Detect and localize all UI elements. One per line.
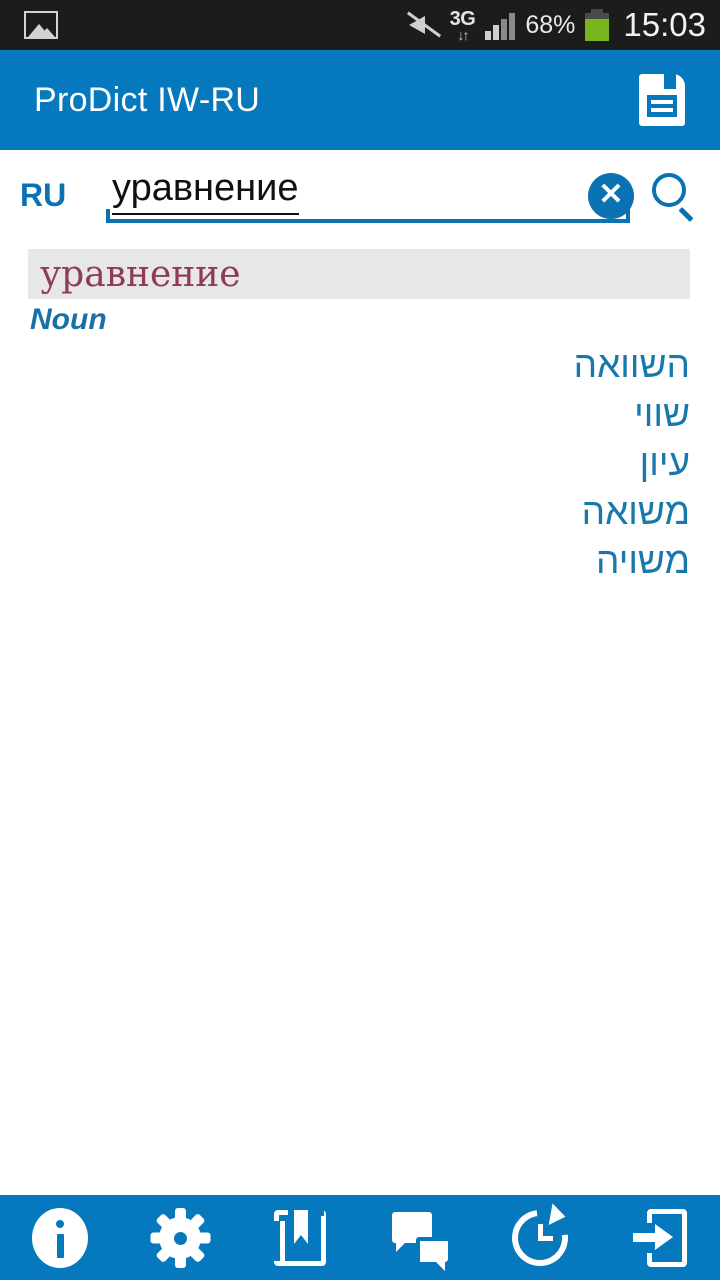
chat-button[interactable]	[365, 1195, 475, 1280]
list-item[interactable]: שווי	[634, 389, 690, 438]
search-input-value: уравнение	[112, 167, 299, 215]
status-bar-right: 3G ↓↑ 68% 15:03	[406, 6, 720, 44]
source-language-label[interactable]: RU	[0, 177, 96, 214]
gallery-icon	[24, 11, 58, 39]
battery-percent-label: 68%	[525, 10, 576, 39]
clear-glyph: ✕	[598, 177, 624, 211]
list-item[interactable]: השוואה	[574, 340, 690, 389]
search-input[interactable]: уравнение ✕	[96, 159, 634, 231]
status-bar-left	[0, 11, 58, 39]
status-bar-clock: 15:03	[623, 6, 706, 43]
info-icon	[32, 1207, 88, 1268]
history-icon	[500, 1198, 580, 1277]
entry-headword-band: уравнение	[28, 249, 690, 299]
network-type-label: 3G	[449, 7, 476, 30]
list-item[interactable]: משויה	[596, 536, 690, 585]
search-button[interactable]	[628, 159, 720, 231]
part-of-speech-label: Noun	[30, 303, 107, 336]
gear-icon	[150, 1207, 211, 1268]
clear-icon[interactable]: ✕	[588, 173, 634, 219]
exit-icon	[633, 1208, 687, 1267]
input-underline	[106, 209, 630, 223]
dictionaries-button[interactable]	[245, 1195, 355, 1280]
headword: уравнение	[40, 253, 241, 295]
search-bar: RU уравнение ✕	[0, 150, 720, 240]
list-item[interactable]: משואה	[582, 487, 690, 536]
sound-muted-icon	[406, 9, 441, 41]
search-icon	[652, 173, 696, 222]
translation-list: השוואה שווי עיון משואה משויה	[0, 340, 720, 585]
settings-button[interactable]	[125, 1195, 235, 1280]
info-button[interactable]	[5, 1195, 115, 1280]
list-item[interactable]: עיון	[640, 438, 690, 487]
status-bar: 3G ↓↑ 68% 15:03	[0, 0, 720, 50]
bottom-toolbar	[0, 1195, 720, 1280]
book-bookmark-icon	[274, 1209, 326, 1266]
app-screen: 3G ↓↑ 68% 15:03 ProDict IW-RU RU уравнен…	[0, 0, 720, 1280]
page-title: ProDict IW-RU	[34, 80, 261, 119]
save-button[interactable]	[632, 70, 692, 130]
exit-button[interactable]	[605, 1195, 715, 1280]
data-transfer-arrows: ↓↑	[457, 26, 470, 43]
history-button[interactable]	[485, 1195, 595, 1280]
chat-icon	[392, 1211, 448, 1271]
network-type-indicator: 3G ↓↑	[450, 9, 476, 42]
app-bar: ProDict IW-RU	[0, 50, 720, 150]
save-floppy-icon	[639, 74, 685, 126]
signal-bars-icon	[485, 10, 516, 40]
battery-icon	[585, 9, 610, 41]
